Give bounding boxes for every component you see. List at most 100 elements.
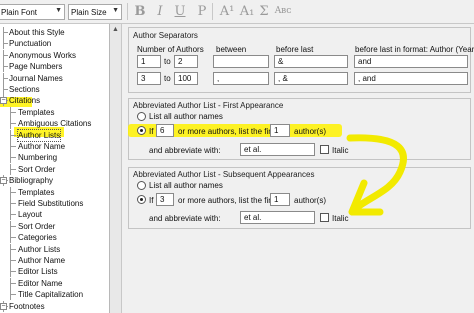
first-author-count-field[interactable]: 6 bbox=[156, 124, 174, 137]
small-caps-button[interactable]: Aʙᴄ bbox=[272, 3, 294, 20]
tree-line bbox=[10, 260, 16, 261]
tree-item-label: Journal Names bbox=[9, 73, 63, 83]
tree-line bbox=[10, 294, 16, 296]
tree-item[interactable]: Categories bbox=[0, 232, 109, 244]
author-separators-title: Author Separators bbox=[133, 31, 198, 40]
first-italic-checkbox[interactable] bbox=[320, 145, 329, 154]
size-select[interactable]: Plain Size ▼ bbox=[68, 4, 122, 20]
first-if-label: If bbox=[149, 127, 154, 136]
tree-line bbox=[10, 225, 16, 227]
subscript-button[interactable]: A₁ bbox=[238, 3, 256, 20]
first-list-count-field[interactable]: 1 bbox=[270, 124, 290, 137]
tree-item[interactable]: − Citations bbox=[0, 95, 109, 107]
tree-item[interactable]: Field Substitutions bbox=[0, 198, 109, 209]
tree-line bbox=[10, 248, 16, 250]
font-select[interactable]: Plain Font ▼ bbox=[0, 4, 65, 20]
tree-item[interactable]: Author Name bbox=[0, 141, 109, 152]
tree-item[interactable]: Title Capitalization bbox=[0, 289, 109, 301]
tree-item[interactable]: Anonymous Works bbox=[0, 49, 109, 61]
row2-before-last-field[interactable]: , & bbox=[274, 72, 348, 85]
subsequent-if-radio[interactable] bbox=[137, 195, 146, 204]
tree-item[interactable]: Sort Order bbox=[0, 163, 109, 175]
to-label: to bbox=[164, 74, 171, 83]
first-italic-label: Italic bbox=[332, 146, 349, 155]
tree-item[interactable]: Author Lists bbox=[0, 128, 109, 142]
tree-item[interactable]: Sort Order bbox=[0, 220, 109, 232]
tree-item[interactable]: Templates bbox=[0, 186, 109, 198]
row2-to-field[interactable]: 100 bbox=[174, 72, 198, 85]
tree-item[interactable]: Journal Names bbox=[0, 72, 109, 84]
subsequent-abbrev-field[interactable]: et al. bbox=[240, 211, 315, 224]
row2-between-field[interactable]: , bbox=[213, 72, 269, 85]
subsequent-italic-checkbox[interactable] bbox=[320, 213, 329, 222]
italic-button[interactable]: I bbox=[152, 3, 168, 20]
underline-button[interactable]: U bbox=[172, 3, 188, 20]
tree-item-label: Editor Name bbox=[18, 278, 63, 288]
style-sections-tree: About this Style Punctuation Anonymous Wor… bbox=[0, 24, 110, 313]
subsequent-more-label: or more authors, list the first bbox=[178, 196, 278, 205]
row1-before-last-field[interactable]: & bbox=[274, 55, 348, 68]
format-toolbar: Plain Font ▼ Plain Size ▼ B I U P A¹ A₁ … bbox=[0, 0, 474, 24]
tree-line bbox=[3, 77, 8, 79]
tree-item[interactable]: Numbering bbox=[0, 152, 109, 164]
symbol-button[interactable]: Σ bbox=[256, 3, 272, 20]
first-abbrev-label: and abbreviate with: bbox=[149, 146, 221, 155]
tree-line bbox=[10, 214, 16, 216]
tree-item[interactable]: About this Style bbox=[0, 27, 109, 38]
row1-to-field[interactable]: 2 bbox=[174, 55, 198, 68]
row1-between-field[interactable] bbox=[213, 55, 269, 68]
tree-item[interactable]: Ambiguous Citations bbox=[0, 118, 109, 130]
first-more-label: or more authors, list the first bbox=[178, 127, 278, 136]
collapse-icon[interactable]: − bbox=[0, 97, 7, 105]
tree-line bbox=[10, 282, 16, 284]
subsequent-list-all-radio[interactable] bbox=[137, 181, 146, 190]
tree-line bbox=[10, 168, 16, 170]
tree-item-label: Sort Order bbox=[18, 221, 56, 231]
tree-item[interactable]: Punctuation bbox=[0, 38, 109, 50]
tree-scrollbar[interactable]: ▲ bbox=[110, 24, 122, 313]
subsequent-author-count-field[interactable]: 3 bbox=[156, 193, 174, 206]
collapse-icon[interactable]: − bbox=[0, 302, 7, 310]
tree-item[interactable]: Sections bbox=[0, 84, 109, 95]
bold-button[interactable]: B bbox=[132, 3, 148, 20]
tree-item-label: Ambiguous Citations bbox=[18, 119, 92, 129]
tree-item[interactable]: Templates bbox=[0, 106, 109, 118]
tree-item[interactable]: − Footnotes bbox=[0, 300, 109, 312]
tree-line bbox=[3, 32, 8, 33]
tree-item-label: Anonymous Works bbox=[9, 50, 76, 60]
first-abbrev-field[interactable]: et al. bbox=[240, 143, 315, 156]
chevron-down-icon: ▼ bbox=[55, 7, 62, 14]
tree-item[interactable]: Author Lists bbox=[0, 243, 109, 255]
tree-item-label: Sections bbox=[9, 85, 40, 94]
size-select-value: Plain Size bbox=[71, 8, 107, 17]
tree-item-label: Punctuation bbox=[9, 39, 52, 49]
row1-before-last-format-field[interactable]: and bbox=[354, 55, 468, 68]
tree-item-label: Layout bbox=[18, 210, 43, 220]
chevron-down-icon: ▼ bbox=[112, 7, 119, 14]
tree-item-label: Footnotes bbox=[9, 301, 45, 311]
tree-item[interactable]: Page Numbers bbox=[0, 61, 109, 73]
tree-line bbox=[10, 203, 16, 204]
first-list-all-radio[interactable] bbox=[137, 112, 146, 121]
tree-item[interactable]: Editor Name bbox=[0, 277, 109, 289]
tree-item[interactable]: − Bibliography bbox=[0, 175, 109, 187]
row2-before-last-format-field[interactable]: , and bbox=[354, 72, 468, 85]
tree-item[interactable]: Layout bbox=[0, 209, 109, 221]
scroll-up-icon[interactable]: ▲ bbox=[112, 26, 119, 33]
subsequent-list-count-field[interactable]: 1 bbox=[270, 193, 290, 206]
plain-button[interactable]: P bbox=[194, 3, 210, 20]
first-if-radio[interactable] bbox=[137, 126, 146, 135]
row1-from-field[interactable]: 1 bbox=[137, 55, 161, 68]
tree-item[interactable]: Editor Lists bbox=[0, 266, 109, 278]
tree-item-label: Categories bbox=[18, 233, 57, 243]
first-list-all-label: List all author names bbox=[149, 112, 223, 121]
toolbar-divider bbox=[127, 3, 128, 20]
subsequent-authors-label: author(s) bbox=[294, 196, 327, 205]
collapse-icon[interactable]: − bbox=[0, 177, 7, 185]
row2-from-field[interactable]: 3 bbox=[137, 72, 161, 85]
col-number-of-authors: Number of Authors bbox=[137, 45, 204, 54]
superscript-button[interactable]: A¹ bbox=[218, 3, 236, 20]
tree-line bbox=[10, 134, 16, 136]
tree-item[interactable]: Author Name bbox=[0, 255, 109, 266]
tree-item-label: Citations bbox=[9, 96, 41, 106]
